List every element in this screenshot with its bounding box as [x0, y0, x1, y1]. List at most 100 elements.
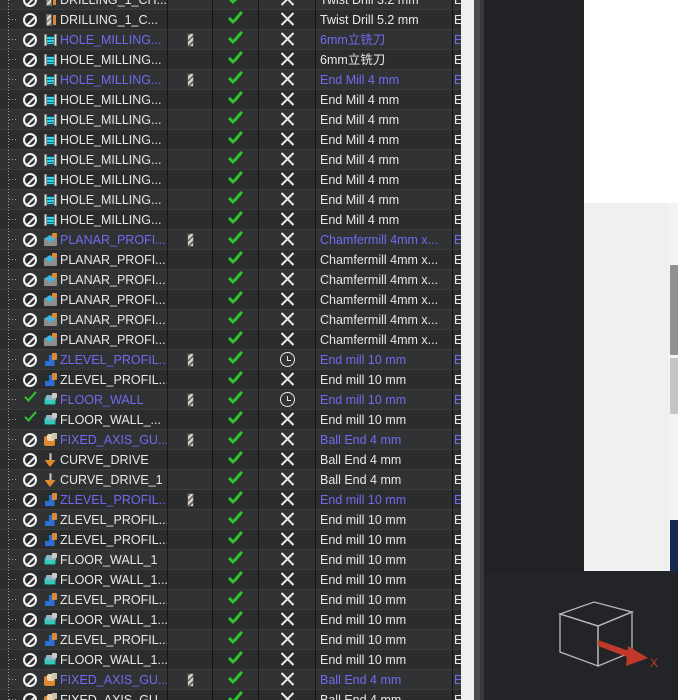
operation-name[interactable]: PLANAR_PROFI...: [60, 230, 167, 250]
x-mark-icon[interactable]: [259, 30, 315, 50]
operation-name[interactable]: FIXED_AXIS_GU: [60, 690, 167, 700]
green-tick-icon[interactable]: [213, 590, 258, 610]
table-row[interactable]: FLOOR_WALL_1 End mill 10 mm E: [0, 550, 461, 570]
geometry-name[interactable]: E: [454, 650, 461, 670]
green-tick-icon[interactable]: [213, 670, 258, 690]
x-mark-icon[interactable]: [259, 430, 315, 450]
geometry-name[interactable]: E: [454, 150, 461, 170]
green-tick-icon[interactable]: [213, 550, 258, 570]
tool-name[interactable]: End Mill 4 mm: [320, 150, 450, 170]
geometry-name[interactable]: E: [454, 610, 461, 630]
geometry-name[interactable]: E: [454, 230, 461, 250]
tool-name[interactable]: Chamfermill 4mm x...: [320, 270, 450, 290]
table-row[interactable]: ZLEVEL_PROFIL... End mill 10 mm E: [0, 350, 461, 370]
geometry-name[interactable]: E: [454, 170, 461, 190]
table-row[interactable]: FLOOR_WALL_1... End mill 10 mm E: [0, 610, 461, 630]
green-tick-icon[interactable]: [213, 110, 258, 130]
geometry-name[interactable]: E: [454, 550, 461, 570]
green-check-icon[interactable]: [20, 410, 40, 430]
geometry-name[interactable]: E: [454, 250, 461, 270]
x-mark-icon[interactable]: [259, 630, 315, 650]
table-row[interactable]: ZLEVEL_PROFIL... End mill 10 mm E: [0, 530, 461, 550]
geometry-name[interactable]: E: [454, 490, 461, 510]
table-row[interactable]: HOLE_MILLING... End Mill 4 mm E: [0, 210, 461, 230]
orientation-cube[interactable]: X: [554, 596, 674, 686]
green-tick-icon[interactable]: [213, 210, 258, 230]
no-entry-icon[interactable]: [20, 630, 40, 650]
no-entry-icon[interactable]: [20, 110, 40, 130]
no-entry-icon[interactable]: [20, 10, 40, 30]
x-mark-icon[interactable]: [259, 90, 315, 110]
tool-name[interactable]: End mill 10 mm: [320, 350, 450, 370]
operation-name[interactable]: PLANAR_PROFI...: [60, 270, 167, 290]
table-row[interactable]: HOLE_MILLING... End Mill 4 mm E: [0, 170, 461, 190]
table-row[interactable]: HOLE_MILLING... End Mill 4 mm E: [0, 70, 461, 90]
geometry-name[interactable]: E: [454, 110, 461, 130]
table-row[interactable]: HOLE_MILLING... End Mill 4 mm E: [0, 130, 461, 150]
green-tick-icon[interactable]: [213, 690, 258, 700]
geometry-name[interactable]: E: [454, 510, 461, 530]
no-entry-icon[interactable]: [20, 570, 40, 590]
no-entry-icon[interactable]: [20, 190, 40, 210]
green-tick-icon[interactable]: [213, 570, 258, 590]
operation-name[interactable]: FLOOR_WALL_1: [60, 550, 167, 570]
table-row[interactable]: PLANAR_PROFI... Chamfermill 4mm x... E: [0, 230, 461, 250]
no-entry-icon[interactable]: [20, 250, 40, 270]
table-row[interactable]: FIXED_AXIS_GU... Ball End 4 mm E: [0, 430, 461, 450]
tool-name[interactable]: End Mill 4 mm: [320, 130, 450, 150]
geometry-name[interactable]: E: [454, 410, 461, 430]
geometry-name[interactable]: E: [454, 270, 461, 290]
table-row[interactable]: FIXED_AXIS_GU Ball End 4 mm E: [0, 690, 461, 700]
navigator-scrollbar-track[interactable]: [461, 0, 474, 700]
operation-name[interactable]: FLOOR_WALL: [60, 390, 167, 410]
table-row[interactable]: ZLEVEL_PROFIL... End mill 10 mm E: [0, 630, 461, 650]
no-entry-icon[interactable]: [20, 350, 40, 370]
no-entry-icon[interactable]: [20, 490, 40, 510]
operation-name[interactable]: FIXED_AXIS_GU...: [60, 670, 167, 690]
no-entry-icon[interactable]: [20, 50, 40, 70]
green-tick-icon[interactable]: [213, 0, 258, 10]
no-entry-icon[interactable]: [20, 90, 40, 110]
tool-name[interactable]: End mill 10 mm: [320, 590, 450, 610]
table-row[interactable]: PLANAR_PROFI... Chamfermill 4mm x... E: [0, 270, 461, 290]
operation-name[interactable]: DRILLING_1_CH...: [60, 0, 167, 10]
green-tick-icon[interactable]: [213, 410, 258, 430]
no-entry-icon[interactable]: [20, 530, 40, 550]
green-tick-icon[interactable]: [213, 10, 258, 30]
no-entry-icon[interactable]: [20, 670, 40, 690]
table-row[interactable]: PLANAR_PROFI... Chamfermill 4mm x... E: [0, 290, 461, 310]
green-tick-icon[interactable]: [213, 350, 258, 370]
x-mark-icon[interactable]: [259, 190, 315, 210]
geometry-name[interactable]: E: [454, 450, 461, 470]
geometry-name[interactable]: E: [454, 350, 461, 370]
table-row[interactable]: ZLEVEL_PROFIL... End mill 10 mm E: [0, 370, 461, 390]
operation-name[interactable]: ZLEVEL_PROFIL...: [60, 530, 167, 550]
no-entry-icon[interactable]: [20, 270, 40, 290]
tool-name[interactable]: End Mill 4 mm: [320, 110, 450, 130]
operation-name[interactable]: FIXED_AXIS_GU...: [60, 430, 167, 450]
tool-name[interactable]: End Mill 4 mm: [320, 190, 450, 210]
table-row[interactable]: PLANAR_PROFI... Chamfermill 4mm x... E: [0, 330, 461, 350]
geometry-name[interactable]: E: [454, 10, 461, 30]
x-mark-icon[interactable]: [259, 550, 315, 570]
green-tick-icon[interactable]: [213, 510, 258, 530]
tool-name[interactable]: Chamfermill 4mm x...: [320, 290, 450, 310]
operation-name[interactable]: HOLE_MILLING...: [60, 210, 167, 230]
table-row[interactable]: FLOOR_WALL_1... End mill 10 mm E: [0, 650, 461, 670]
table-row[interactable]: PLANAR_PROFI... Chamfermill 4mm x... E: [0, 310, 461, 330]
table-row[interactable]: CURVE_DRIVE_1 Ball End 4 mm E: [0, 470, 461, 490]
green-tick-icon[interactable]: [213, 290, 258, 310]
clock-icon[interactable]: [259, 350, 315, 370]
geometry-name[interactable]: E: [454, 670, 461, 690]
tool-name[interactable]: Chamfermill 4mm x...: [320, 310, 450, 330]
secondary-scrollbar-thumb-light[interactable]: [670, 358, 678, 414]
green-check-icon[interactable]: [20, 390, 40, 410]
clock-icon[interactable]: [259, 390, 315, 410]
tool-name[interactable]: Chamfermill 4mm x...: [320, 230, 450, 250]
no-entry-icon[interactable]: [20, 130, 40, 150]
tool-name[interactable]: End Mill 4 mm: [320, 70, 450, 90]
geometry-name[interactable]: E: [454, 210, 461, 230]
table-row[interactable]: FLOOR_WALL End mill 10 mm E: [0, 390, 461, 410]
operation-navigator-panel[interactable]: DRILLING_1_CH... Twist Drill 3.2 mm E DRILL…: [0, 0, 461, 700]
tool-name[interactable]: End Mill 4 mm: [320, 170, 450, 190]
